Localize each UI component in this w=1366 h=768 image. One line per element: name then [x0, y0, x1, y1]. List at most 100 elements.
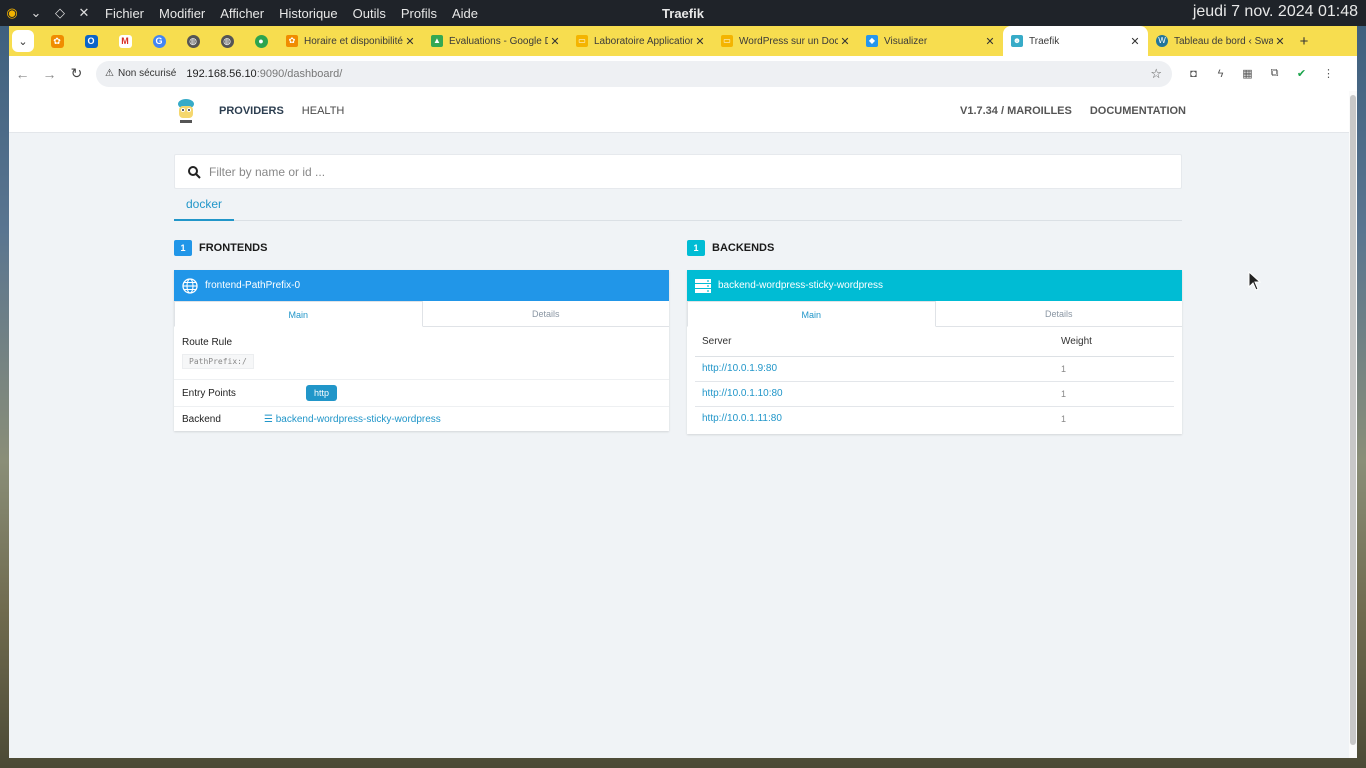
server-stack-icon: ☰: [264, 413, 273, 425]
close-icon[interactable]: ✕: [983, 35, 997, 48]
system-menu-bar: ◉ ⌄ ◇ ✕ Fichier Modifier Afficher Histor…: [0, 0, 1366, 26]
table-row: http://10.0.1.11:80 1: [695, 406, 1174, 431]
server-url[interactable]: http://10.0.1.10:80: [695, 381, 1054, 407]
tab-evaluations[interactable]: ▲ Évaluations - Google Drive ✕: [423, 26, 568, 56]
pinned-tab[interactable]: ◍: [176, 34, 210, 48]
browser-tab-strip: ⌄ ✿ O M G ◍ ◍ ● ✿ Horaire et disponibili…: [9, 26, 1357, 56]
pinned-tab[interactable]: G: [142, 34, 176, 48]
bookmark-star-icon[interactable]: ☆: [1150, 66, 1162, 82]
column-server: Server: [695, 327, 1054, 357]
wordpress-icon: W: [1156, 35, 1168, 47]
filter-input[interactable]: [209, 164, 1109, 179]
close-icon[interactable]: ✕: [1128, 35, 1142, 48]
menu-fichier[interactable]: Fichier: [105, 6, 144, 21]
scrollbar-thumb[interactable]: [1350, 95, 1356, 745]
tab-horaire[interactable]: ✿ Horaire et disponibilité ✕: [278, 26, 423, 56]
reload-button[interactable]: ↻: [63, 65, 90, 82]
tab-label: Évaluations - Google Drive: [449, 35, 548, 47]
tab-label: WordPress sur un Docker: [739, 35, 838, 47]
tab-details[interactable]: Details: [423, 301, 670, 326]
tab-laboratoire[interactable]: ▭ Laboratoire Applications ✕: [568, 26, 713, 56]
pinned-tab[interactable]: O: [74, 34, 108, 48]
server-weight: 1: [1054, 356, 1174, 382]
check-icon[interactable]: ✔: [1294, 67, 1309, 80]
menu-outils[interactable]: Outils: [353, 6, 386, 21]
close-icon[interactable]: ✕: [548, 35, 562, 48]
qr-code-icon[interactable]: ▦: [1240, 67, 1255, 80]
menu-modifier[interactable]: Modifier: [159, 6, 205, 21]
page-viewport: PROVIDERS HEALTH V1.7.34 / MAROILLES DOC…: [9, 91, 1349, 758]
menu-historique[interactable]: Historique: [279, 6, 338, 21]
tab-label: Tableau de bord ‹ Swarm: [1174, 35, 1273, 47]
tab-main[interactable]: Main: [174, 301, 423, 327]
slides-icon: ▭: [721, 35, 733, 47]
omnibox[interactable]: ⚠ Non sécurisé 192.168.56.10:9090/dashbo…: [96, 60, 1172, 87]
pinned-tab[interactable]: ✿: [40, 34, 74, 48]
security-indicator[interactable]: ⚠ Non sécurisé: [105, 68, 176, 79]
extensions-area: ◘ ϟ ▦ ⧉ ✔ ⋮: [1186, 67, 1336, 80]
chrome-icon[interactable]: ◉: [5, 6, 19, 20]
backend-link[interactable]: ☰ backend-wordpress-sticky-wordpress: [264, 414, 441, 425]
tab-wordpress-docker[interactable]: ▭ WordPress sur un Docker ✕: [713, 26, 858, 56]
tab-docker[interactable]: docker: [174, 195, 235, 221]
close-icon[interactable]: ✕: [838, 35, 852, 48]
close-icon[interactable]: ✕: [403, 35, 417, 48]
mouse-cursor-icon: [1248, 271, 1262, 291]
tab-details[interactable]: Details: [936, 301, 1183, 326]
warning-icon: ⚠: [105, 68, 114, 79]
google-icon: G: [152, 34, 166, 48]
diamond-icon[interactable]: ◇: [53, 6, 67, 20]
tab-visualizer[interactable]: ◆ Visualizer ✕: [858, 26, 1003, 56]
route-rule-row: Route Rule PathPrefix:/: [174, 327, 669, 380]
server-url[interactable]: http://10.0.1.11:80: [695, 406, 1054, 431]
docker-icon: ◆: [866, 35, 878, 47]
backend-row: Backend ☰ backend-wordpress-sticky-wordp…: [174, 407, 669, 431]
forward-button[interactable]: →: [36, 66, 63, 82]
table-row: http://10.0.1.10:80 1: [695, 381, 1174, 407]
tab-label: Visualizer: [884, 35, 928, 47]
pinned-tab[interactable]: ◍: [210, 34, 244, 48]
tab-swarm-dashboard[interactable]: W Tableau de bord ‹ Swarm ✕: [1148, 26, 1293, 56]
server-url[interactable]: http://10.0.1.9:80: [695, 356, 1054, 382]
backend-card-header: backend-wordpress-sticky-wordpress: [687, 270, 1182, 301]
more-menu-icon[interactable]: ⋮: [1321, 67, 1336, 80]
menu-profils[interactable]: Profils: [401, 6, 437, 21]
flower-icon: ✿: [50, 34, 64, 48]
entry-point-badge: http: [306, 385, 338, 401]
close-icon[interactable]: ✕: [1273, 35, 1287, 48]
search-icon: [188, 165, 201, 179]
pinned-tab[interactable]: ●: [244, 34, 278, 48]
vertical-scrollbar[interactable]: [1349, 91, 1357, 758]
backends-count-badge: 1: [687, 240, 705, 256]
new-tab-button[interactable]: +: [1293, 33, 1315, 50]
frontends-header: 1 FRONTENDS: [174, 240, 267, 256]
menu-afficher[interactable]: Afficher: [220, 6, 264, 21]
nav-providers[interactable]: PROVIDERS: [219, 105, 284, 117]
version-link[interactable]: V1.7.34 / MAROILLES: [960, 105, 1072, 117]
servers-table: Server Weight http://10.0.1.9:80 1 http:…: [695, 327, 1174, 431]
entry-points-label: Entry Points: [182, 387, 236, 399]
pinned-tab[interactable]: M: [108, 34, 142, 48]
column-weight: Weight: [1054, 327, 1174, 357]
nav-health[interactable]: HEALTH: [302, 105, 345, 117]
lightning-icon[interactable]: ϟ: [1213, 68, 1228, 80]
traefik-logo[interactable]: [176, 97, 196, 127]
tab-search-button[interactable]: ⌄: [12, 30, 34, 52]
puzzle-icon[interactable]: ⧉: [1267, 67, 1282, 80]
close-icon[interactable]: ✕: [77, 6, 91, 20]
url-text[interactable]: 192.168.56.10:9090/dashboard/: [186, 68, 342, 80]
tab-label: Laboratoire Applications: [594, 35, 693, 47]
documentation-link[interactable]: DOCUMENTATION: [1090, 105, 1186, 117]
close-icon[interactable]: ✕: [693, 35, 707, 48]
tab-main[interactable]: Main: [687, 301, 936, 327]
server-weight: 1: [1061, 413, 1067, 424]
backend-label: Backend: [182, 413, 221, 425]
route-rule-label: Route Rule: [182, 337, 233, 348]
tab-traefik[interactable]: ☻ Traefik ✕: [1003, 26, 1148, 56]
camera-icon[interactable]: ◘: [1186, 68, 1201, 80]
back-button[interactable]: ←: [9, 66, 36, 82]
table-row: http://10.0.1.9:80 1: [695, 356, 1174, 382]
system-clock[interactable]: jeudi 7 nov. 2024 01:48: [1193, 3, 1358, 21]
chevron-down-icon[interactable]: ⌄: [29, 6, 43, 20]
menu-aide[interactable]: Aide: [452, 6, 478, 21]
